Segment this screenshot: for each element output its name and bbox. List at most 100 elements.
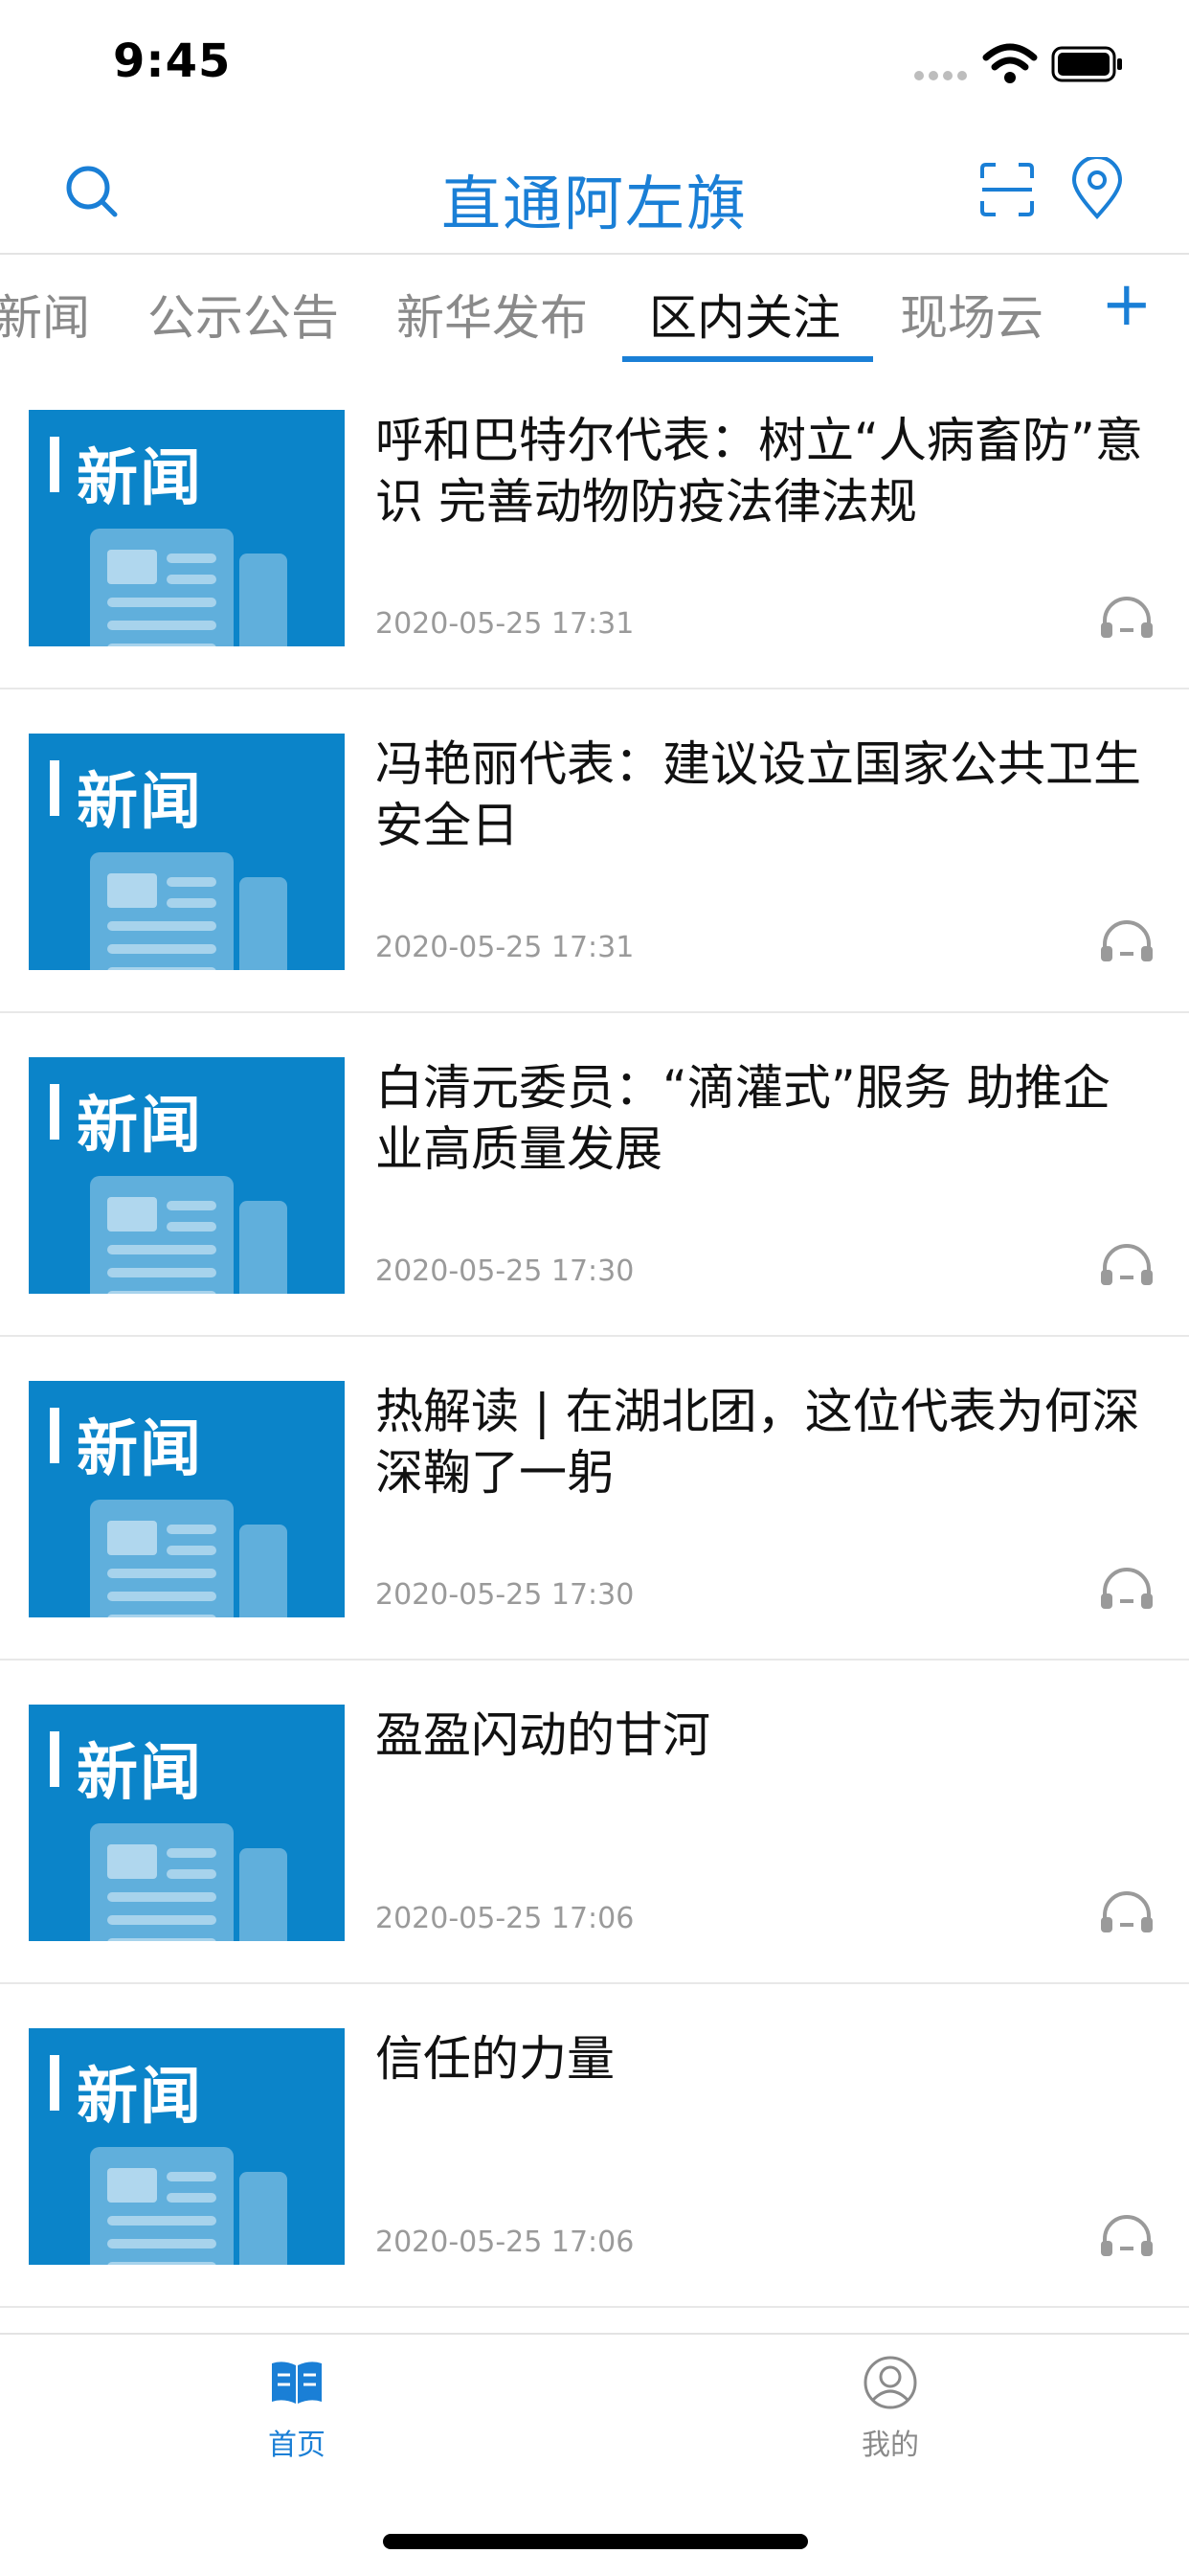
tab-live-cloud[interactable]: 现场云 — [900, 280, 1043, 349]
news-title[interactable]: 信任的力量 — [375, 2028, 1151, 2090]
newspaper-image-icon — [107, 550, 157, 584]
category-tabs: 新闻 公示公告 新华发布 区内关注 现场云 + — [0, 255, 1189, 366]
newspaper-line — [167, 2172, 216, 2181]
newspaper-line — [107, 1245, 216, 1254]
tab-xinhua-release[interactable]: 新华发布 — [396, 280, 588, 349]
newspaper-side-icon — [239, 877, 287, 970]
scan-icon[interactable] — [978, 161, 1036, 218]
status-time: 9:45 — [113, 34, 232, 88]
headphones-icon[interactable] — [1099, 1890, 1155, 1934]
news-thumbnail: 新闻 — [29, 2028, 345, 2265]
headphones-icon[interactable] — [1099, 2214, 1155, 2258]
tab-regional-focus[interactable]: 区内关注 — [649, 280, 841, 349]
battery-icon — [1051, 46, 1122, 82]
newspaper-line — [167, 1869, 216, 1879]
newspaper-line — [107, 621, 216, 630]
news-timestamp: 2020-05-25 17:06 — [375, 1902, 635, 1935]
newspaper-side-icon — [239, 1201, 287, 1294]
news-title[interactable]: 呼和巴特尔代表：树立“人病畜防”意识 完善动物防疫法律法规 — [375, 410, 1151, 532]
thumbnail-bar — [50, 1731, 59, 1787]
newspaper-line — [107, 1268, 216, 1277]
wifi-icon — [982, 43, 1038, 83]
news-item[interactable]: 新闻 热解读 | 在湖北团，这位代表为何深深鞠了一躬 2020-05-25 17… — [0, 1337, 1189, 1661]
newspaper-line — [107, 1615, 216, 1617]
newspaper-side-icon — [239, 2172, 287, 2265]
newspaper-line — [107, 2216, 216, 2226]
status-bar: 9:45 — [0, 0, 1189, 134]
active-tab-indicator — [622, 356, 873, 362]
thumbnail-bar — [50, 1084, 59, 1140]
newspaper-line — [167, 1201, 216, 1210]
news-title[interactable]: 冯艳丽代表：建议设立国家公共卫生安全日 — [375, 734, 1151, 856]
news-thumbnail: 新闻 — [29, 1057, 345, 1294]
news-title[interactable]: 白清元委员：“滴灌式”服务 助推企业高质量发展 — [375, 1057, 1151, 1180]
book-icon — [272, 2361, 322, 2404]
news-timestamp: 2020-05-25 17:31 — [375, 931, 635, 964]
newspaper-line — [107, 967, 216, 970]
newspaper-line — [107, 1915, 216, 1925]
location-icon[interactable] — [1070, 157, 1124, 220]
news-timestamp: 2020-05-25 17:06 — [375, 2226, 635, 2259]
newspaper-line — [107, 921, 216, 931]
thumbnail-label: 新闻 — [77, 1414, 203, 1485]
newspaper-line — [167, 1222, 216, 1232]
newspaper-line — [107, 1291, 216, 1294]
news-thumbnail: 新闻 — [29, 734, 345, 970]
newspaper-image-icon — [107, 1844, 157, 1879]
signal-icon — [914, 71, 970, 80]
news-item[interactable]: 新闻 盈盈闪动的甘河 2020-05-25 17:06 — [0, 1661, 1189, 1984]
newspaper-line — [167, 554, 216, 563]
home-indicator — [383, 2534, 808, 2549]
tab-news[interactable]: 新闻 — [0, 280, 90, 349]
newspaper-line — [107, 2262, 216, 2265]
newspaper-line — [107, 2239, 216, 2248]
tab-announcements[interactable]: 公示公告 — [147, 280, 339, 349]
user-icon — [864, 2356, 917, 2409]
headphones-icon[interactable] — [1099, 919, 1155, 963]
newspaper-line — [107, 644, 216, 646]
news-thumbnail: 新闻 — [29, 410, 345, 646]
headphones-icon[interactable] — [1099, 1567, 1155, 1611]
news-item[interactable]: 新闻 信任的力量 2020-05-25 17:06 — [0, 1984, 1189, 2308]
newspaper-line — [107, 598, 216, 607]
newspaper-image-icon — [107, 1521, 157, 1555]
tabbar-home-label: 首页 — [268, 2429, 325, 2462]
newspaper-line — [167, 877, 216, 887]
newspaper-image-icon — [107, 873, 157, 908]
news-title[interactable]: 盈盈闪动的甘河 — [375, 1705, 1151, 1766]
news-thumbnail: 新闻 — [29, 1705, 345, 1941]
newspaper-line — [167, 575, 216, 584]
newspaper-line — [167, 1848, 216, 1858]
news-item[interactable]: 新闻 白清元委员：“滴灌式”服务 助推企业高质量发展 2020-05-25 17… — [0, 1013, 1189, 1337]
tabbar-mine-label: 我的 — [862, 2429, 919, 2462]
tabbar-mine[interactable]: 我的 — [795, 2354, 986, 2463]
thumbnail-label: 新闻 — [77, 767, 203, 838]
tabbar-home[interactable]: 首页 — [201, 2354, 393, 2463]
newspaper-side-icon — [239, 1848, 287, 1941]
news-title[interactable]: 热解读 | 在湖北团，这位代表为何深深鞠了一躬 — [375, 1381, 1151, 1503]
add-tab-button[interactable]: + — [1101, 274, 1153, 335]
newspaper-line — [167, 2193, 216, 2203]
news-timestamp: 2020-05-25 17:30 — [375, 1578, 635, 1612]
news-item[interactable]: 新闻 冯艳丽代表：建议设立国家公共卫生安全日 2020-05-25 17:31 — [0, 689, 1189, 1013]
newspaper-line — [107, 1592, 216, 1601]
newspaper-line — [107, 1569, 216, 1578]
newspaper-line — [167, 1546, 216, 1555]
thumbnail-bar — [50, 437, 59, 492]
newspaper-line — [107, 1938, 216, 1941]
app-header: 直通阿左旗 — [0, 134, 1189, 255]
news-item[interactable]: 新闻 呼和巴特尔代表：树立“人病畜防”意识 完善动物防疫法律法规 2020-05… — [0, 366, 1189, 689]
headphones-icon[interactable] — [1099, 596, 1155, 640]
newspaper-line — [167, 898, 216, 908]
newspaper-line — [167, 1525, 216, 1534]
thumbnail-bar — [50, 1408, 59, 1463]
thumbnail-label: 新闻 — [77, 1738, 203, 1809]
news-list: 新闻 呼和巴特尔代表：树立“人病畜防”意识 完善动物防疫法律法规 2020-05… — [0, 366, 1189, 2308]
newspaper-image-icon — [107, 2168, 157, 2203]
thumbnail-label: 新闻 — [77, 1091, 203, 1162]
thumbnail-label: 新闻 — [77, 2062, 203, 2133]
news-timestamp: 2020-05-25 17:30 — [375, 1254, 635, 1288]
headphones-icon[interactable] — [1099, 1243, 1155, 1287]
thumbnail-label: 新闻 — [77, 443, 203, 514]
thumbnail-bar — [50, 760, 59, 816]
